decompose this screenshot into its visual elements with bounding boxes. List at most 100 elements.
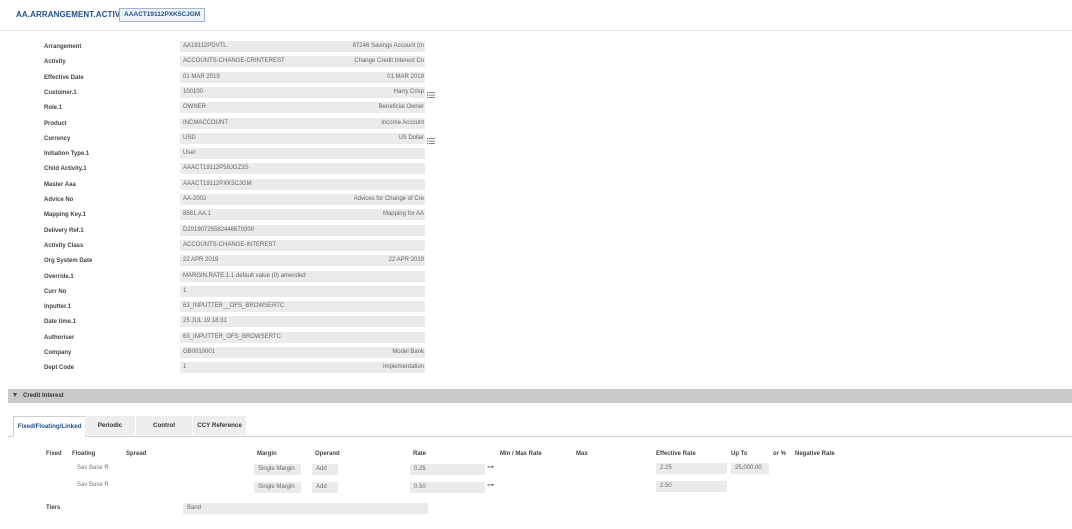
field-row-date-time-1: Date time.1 25 JUL 19 18:31 (0, 316, 440, 328)
field-row-activity: Activity ACCOUNTS-CHANGE-CRINTEREST Change… (0, 56, 440, 68)
field-row-inputter-1: Inputter.1 63_INPUTTER__OFS_BROWSERTC (0, 301, 440, 313)
field-enrichment: Beneficial Owner (378, 104, 424, 111)
col-spread: Spread (126, 451, 147, 457)
field-label: Activity Class (44, 242, 84, 249)
field-value: ACCOUNTS-CHANGE-INTEREST (183, 241, 277, 248)
field-input[interactable]: ACCOUNTS-CHANGE-INTEREST (180, 239, 425, 251)
field-enrichment: Model Bank (392, 349, 424, 355)
field-input[interactable]: 01 MAR 2019 01 MAR 2019 (180, 71, 425, 83)
field-row-mapping-key-1: Mapping Key.1 8581.AA.1 Mapping for AA (0, 209, 440, 221)
field-row-initiation-type-1: Initiation Type.1 User (0, 148, 440, 160)
field-input[interactable]: User (180, 148, 425, 160)
field-input[interactable]: 100100 Harry Crisp (180, 86, 425, 98)
field-row-company: Company GB0010001 Model Bank (0, 347, 440, 359)
margin-type-field[interactable]: Single Margin (254, 482, 301, 493)
field-input[interactable]: 1 (180, 285, 425, 297)
field-enrichment: 22 APR 2019 (388, 257, 424, 264)
field-label: Master Aaa (44, 181, 76, 188)
effective-rate-field: 2.25 (656, 463, 727, 474)
field-row-arrangement: Arrangement AA19112PDVTL 87246 Savings Acc… (0, 41, 440, 53)
field-row-effective-date: Effective Date 01 MAR 2019 01 MAR 2019 (0, 71, 440, 84)
col-floating: Floating (72, 451, 96, 457)
col-max: Max (576, 451, 588, 457)
field-input[interactable]: 63_INPUTTER_OFS_BROWSERTC (180, 331, 425, 343)
field-enrichment: Change Credit Interest Co (354, 58, 424, 65)
arrow-icon[interactable]: ⊶ (487, 481, 494, 489)
field-enrichment: 01 MAR 2019 (387, 73, 424, 80)
field-label: Role.1 (44, 105, 63, 112)
field-input[interactable]: AAACT19112PXK5CJGM (180, 178, 425, 190)
field-input[interactable]: 63_INPUTTER__OFS_BROWSERTC (180, 301, 425, 313)
col-rate: Rate (413, 451, 427, 457)
field-row-authoriser: Authoriser 63_INPUTTER_OFS_BROWSERTC (0, 331, 440, 344)
field-enrichment: US Dollar (398, 134, 424, 141)
field-label: Date time.1 (44, 319, 77, 326)
field-input[interactable]: AA-2002 Advices for Change of Cre (180, 194, 425, 205)
field-input[interactable]: AAACT19112P58JGZ3S (180, 163, 425, 175)
field-label: Delivery Ref.1 (44, 227, 84, 234)
field-row-delivery-ref-1: Delivery Ref.1 D20190725582446670300 (0, 224, 440, 237)
field-label: Activity (44, 59, 66, 66)
field-row-dept-code: Dept Code 1 Implementation (0, 362, 440, 374)
field-value: 100100 (183, 88, 204, 95)
field-label: Customer.1 (44, 89, 77, 96)
up-to-field[interactable]: 25,000.00 (731, 463, 769, 474)
list-icon[interactable] (427, 137, 435, 145)
arrow-icon[interactable]: ⊶ (487, 463, 494, 471)
field-input[interactable]: 22 APR 2019 22 APR 2019 (180, 255, 425, 267)
field-value: ACCOUNTS-CHANGE-CRINTEREST (183, 58, 285, 65)
rate-field[interactable]: 0.50 (410, 482, 485, 493)
field-input[interactable]: MARGIN.RATE.1.1 default value (0) amende… (180, 270, 425, 282)
tab-control[interactable]: Control (136, 416, 192, 435)
field-value: 1 (183, 287, 187, 294)
field-row-customer-1: Customer.1 100100 Harry Crisp (0, 86, 440, 99)
col-fixed: Fixed (46, 451, 62, 457)
tab-periodic[interactable]: Periodic (85, 416, 135, 435)
tab-fixed-floating-linked[interactable]: Fixed/Floating/Linked (13, 416, 86, 437)
application-title: AA.ARRANGEMENT.ACTIVITY (16, 10, 133, 19)
operand-field[interactable]: Add (312, 482, 338, 493)
section-title: Credit Interest (23, 393, 64, 399)
field-value: GB0010001 (183, 349, 216, 355)
field-value: INCMACCOUNT (183, 119, 228, 126)
field-row-curr-no: Curr No 1 (0, 285, 440, 298)
field-value: D20190725582446670300 (183, 226, 255, 233)
collapse-triangle-icon[interactable] (13, 393, 17, 397)
operand-field[interactable]: Add (312, 464, 338, 475)
field-input[interactable]: 8581.AA.1 Mapping for AA (180, 209, 425, 221)
tiers-field[interactable]: Band (183, 503, 428, 514)
field-input[interactable]: ACCOUNTS-CHANGE-CRINTEREST Change Credit … (180, 56, 425, 68)
field-enrichment: Mapping for AA (382, 211, 424, 218)
field-row-override-1: Override.1 MARGIN.RATE.1.1 default value … (0, 270, 440, 283)
field-input[interactable]: D20190725582446670300 (180, 224, 425, 236)
field-value: AAACT19112P58JGZ3S (183, 165, 249, 172)
tab-ccy-reference[interactable]: CCY Reference (193, 416, 246, 435)
field-input[interactable]: AA19112PDVTL 87246 Savings Account (In (180, 41, 425, 52)
field-input[interactable]: 25 JUL 19 18:31 (180, 316, 425, 328)
field-value: User (183, 150, 196, 157)
rate-field[interactable]: 0.25 (410, 464, 485, 475)
field-value: AA19112PDVTL (183, 43, 227, 49)
field-label: Initiation Type.1 (44, 151, 90, 158)
credit-interest-section-header[interactable]: Credit Interest (8, 389, 1072, 403)
field-label: Mapping Key.1 (44, 212, 86, 219)
field-label: Inputter.1 (44, 304, 72, 311)
margin-type-field[interactable]: Single Margin (254, 464, 301, 475)
field-input[interactable]: OWNER Beneficial Owner (180, 102, 425, 114)
field-label: Company (44, 350, 72, 356)
field-input[interactable]: 1 Implementation (180, 362, 425, 374)
field-row-org-system-date: Org System Date 22 APR 2019 22 APR 2019 (0, 255, 440, 267)
field-input[interactable]: USD US Dollar (180, 132, 425, 144)
col-up-to: Up To (731, 451, 748, 457)
field-row-advice-no: Advice No AA-2002 Advices for Change of Cr… (0, 194, 440, 206)
field-input[interactable]: GB0010001 Model Bank (180, 347, 425, 358)
field-label: Authoriser (44, 334, 75, 341)
col-min-max-rate: Min / Max Rate (500, 451, 542, 457)
tiers-label: Tiers (46, 505, 61, 511)
list-icon[interactable] (427, 91, 435, 99)
field-input[interactable]: INCMACCOUNT Income Account (180, 117, 425, 129)
field-label: Override.1 (44, 273, 74, 280)
floating-index-value: Sav Base R (77, 465, 109, 471)
field-label: Arrangement (44, 44, 82, 50)
record-id-badge[interactable]: AAACT19112PXK5CJGM (119, 8, 206, 22)
